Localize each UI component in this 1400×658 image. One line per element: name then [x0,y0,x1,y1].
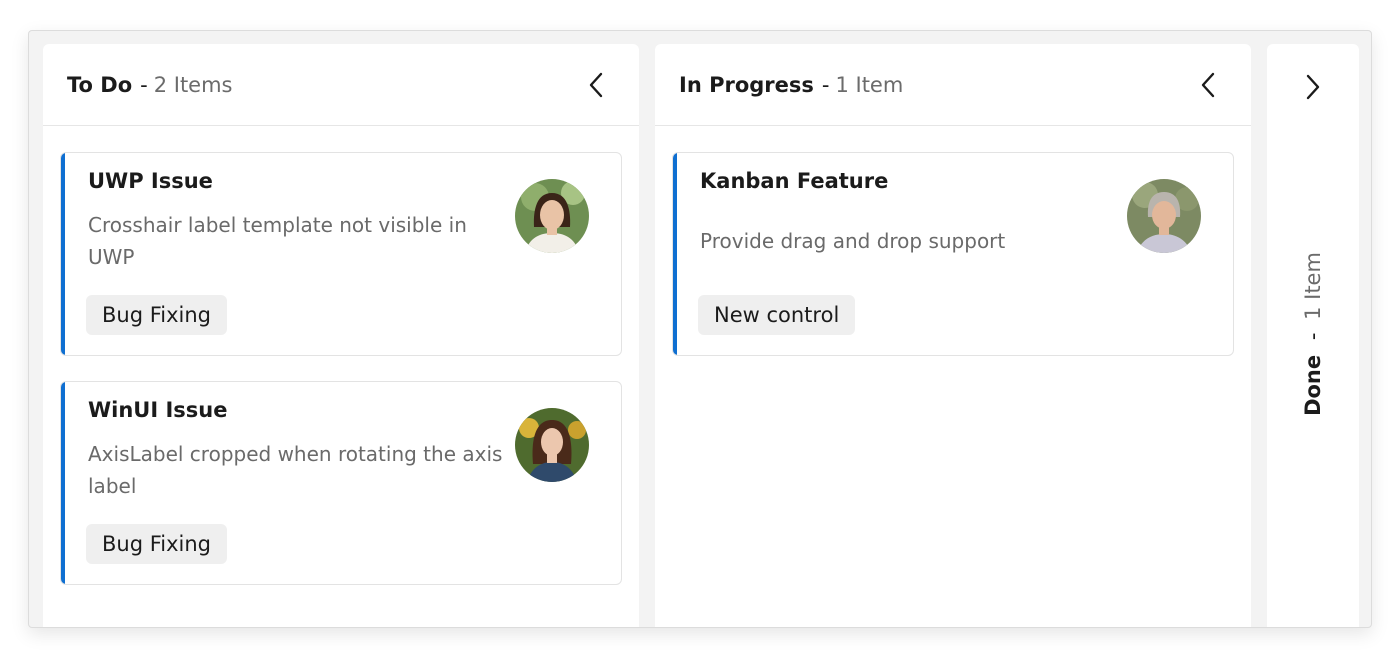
column-item-count: 1 Item [835,72,904,97]
card-tag: Bug Fixing [86,524,228,564]
avatar [515,179,589,253]
column-todo: To Do - 2 Items UWP Issue Crosshair labe… [43,44,639,627]
column-item-count: 1 Item [1301,252,1325,320]
card-accent-bar [61,382,65,584]
column-done-collapsed[interactable]: Done - 1 Item [1267,44,1359,627]
card-accent-bar [673,153,677,355]
kanban-card[interactable]: Kanban Feature Provide drag and drop sup… [672,152,1234,356]
chevron-left-icon [589,72,603,98]
column-separator: - [140,72,148,97]
chevron-left-icon [1201,72,1215,98]
column-header-in-progress: In Progress - 1 Item [655,44,1251,126]
column-item-count: 2 Items [153,72,233,97]
collapse-column-button[interactable] [1191,68,1225,102]
column-header-todo: To Do - 2 Items [43,44,639,126]
card-accent-bar [61,153,65,355]
avatar [1127,179,1201,253]
avatar [515,408,589,482]
column-title: In Progress [679,72,814,97]
kanban-board: To Do - 2 Items UWP Issue Crosshair labe… [28,30,1372,628]
card-title: Kanban Feature [700,169,889,193]
card-description: Crosshair label template not visible in … [88,213,467,269]
card-description: Provide drag and drop support [700,229,1006,253]
kanban-card[interactable]: WinUI Issue AxisLabel cropped when rotat… [60,381,622,585]
column-in-progress: In Progress - 1 Item Kanban Feature Prov… [655,44,1251,627]
expand-column-button[interactable] [1296,70,1330,104]
chevron-right-icon [1306,74,1320,100]
kanban-card[interactable]: UWP Issue Crosshair label template not v… [60,152,622,356]
column-title: To Do [67,72,133,97]
collapsed-column-label: Done - 1 Item [1301,252,1325,416]
column-title: Done [1301,354,1325,416]
column-separator: - [1301,332,1325,341]
card-title: WinUI Issue [88,398,228,422]
card-title: UWP Issue [88,169,213,193]
card-tag: New control [698,295,856,335]
card-description: AxisLabel cropped when rotating the axis… [88,442,503,498]
card-tag: Bug Fixing [86,295,228,335]
column-separator: - [821,72,830,97]
collapse-column-button[interactable] [579,68,613,102]
